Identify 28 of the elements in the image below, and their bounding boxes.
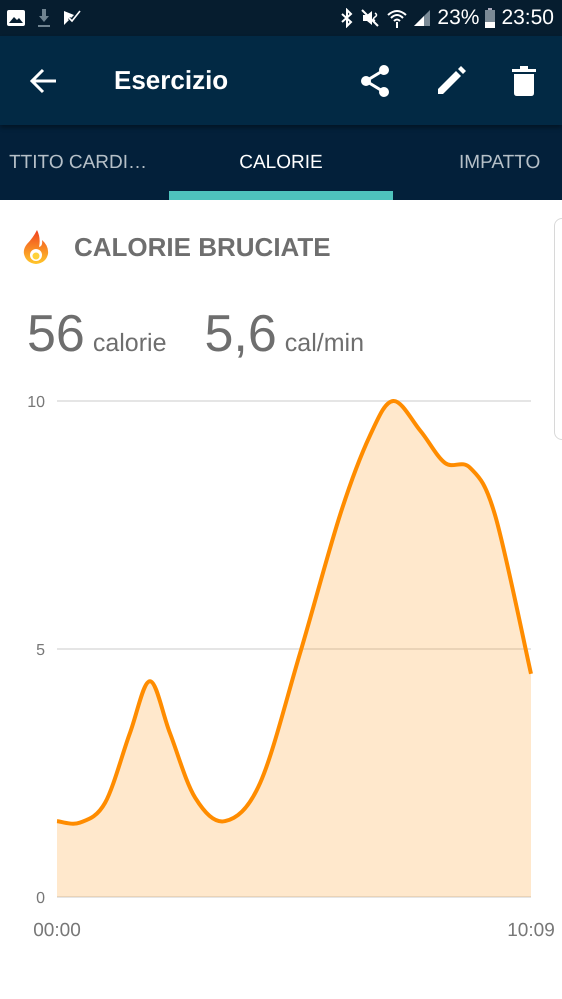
x-axis-label: 10:09 xyxy=(507,920,555,941)
back-arrow-icon[interactable] xyxy=(30,68,58,94)
download-icon xyxy=(36,8,52,28)
y-axis-label: 0 xyxy=(36,890,45,907)
battery-percent: 23% xyxy=(437,6,480,30)
battery-icon xyxy=(485,8,496,28)
y-axis-label: 10 xyxy=(27,394,45,411)
edit-pencil-icon[interactable] xyxy=(436,66,466,96)
stat-value: 5,6 xyxy=(204,304,277,364)
section-title: CALORIE BRUCIATE xyxy=(74,232,331,262)
share-icon[interactable] xyxy=(360,64,390,96)
tab[interactable]: CALORIE xyxy=(169,125,393,200)
tab[interactable]: IMPATTO xyxy=(393,125,562,200)
screen-title: Esercizio xyxy=(114,65,230,96)
y-axis-label: 5 xyxy=(36,642,45,659)
image-icon xyxy=(6,9,26,27)
wifi-icon xyxy=(387,8,408,28)
stat-unit: cal/min xyxy=(284,329,364,358)
x-axis-label: 00:00 xyxy=(33,920,81,941)
stat-unit: calorie xyxy=(92,329,166,358)
muted-speaker-icon xyxy=(361,8,382,28)
flame-icon xyxy=(23,230,49,264)
checkmark-icon xyxy=(62,9,82,27)
tab[interactable]: TTITO CARDI… xyxy=(0,125,169,200)
trash-icon[interactable] xyxy=(512,66,536,96)
signal-icon xyxy=(413,9,432,27)
stat-value: 56 xyxy=(27,304,85,364)
clock-time: 23:50 xyxy=(501,6,554,30)
